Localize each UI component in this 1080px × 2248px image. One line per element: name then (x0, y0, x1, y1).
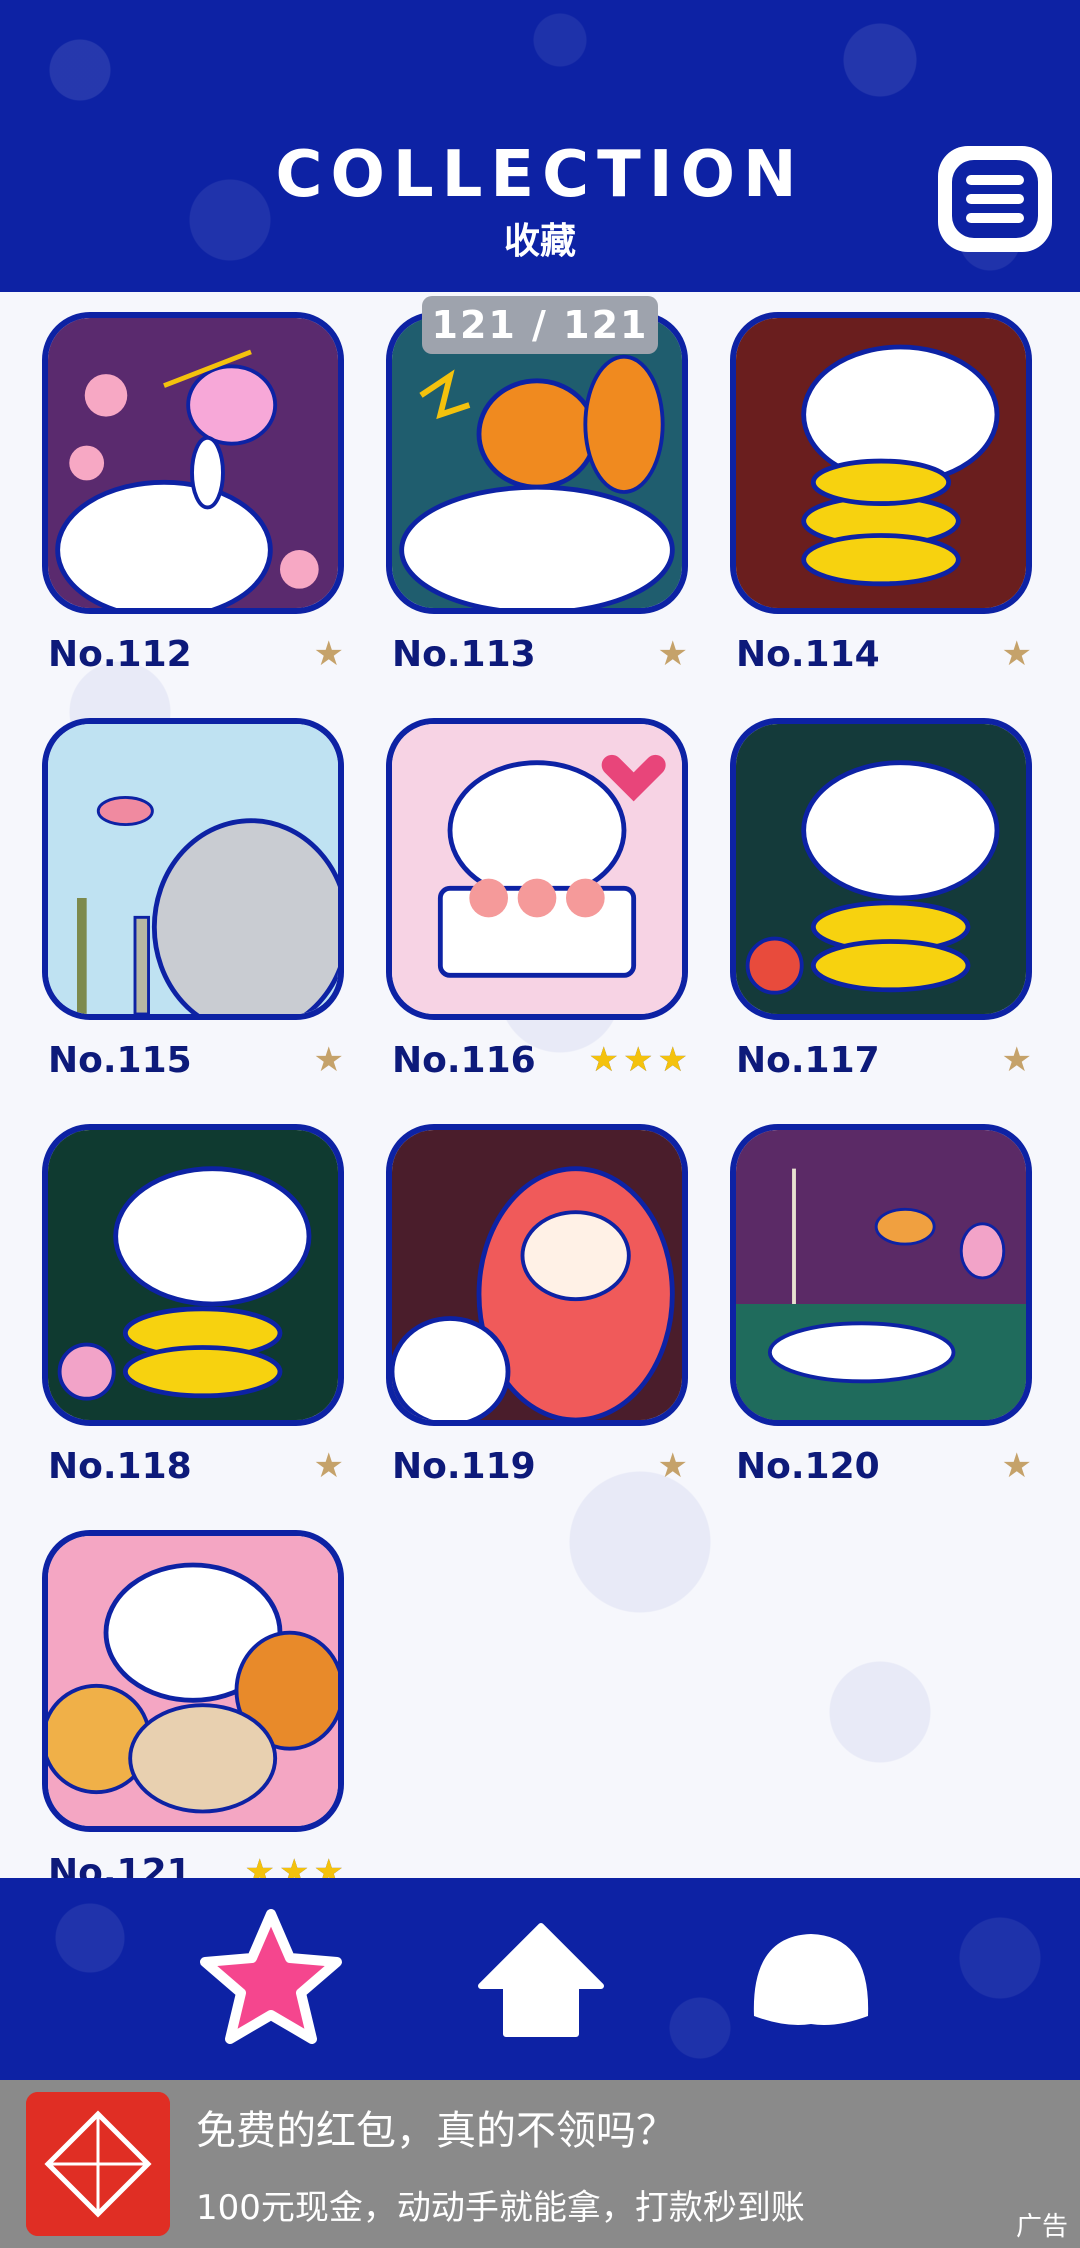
card-illustration (730, 1124, 1032, 1426)
card-illustration (42, 1124, 344, 1426)
card-rating: ★ (658, 1446, 688, 1486)
star-icon (200, 1909, 342, 2044)
collection-card-118[interactable]: No.118 ★ (42, 1124, 388, 1506)
collection-card-120[interactable]: No.120 ★ (730, 1124, 1076, 1506)
card-number: No.120 (736, 1446, 880, 1487)
card-number: No.112 (48, 634, 192, 675)
card-rating: ★ (1002, 1040, 1032, 1080)
card-illustration (386, 312, 688, 614)
collection-card-121[interactable]: No.121 ★ ★ ★ (42, 1530, 388, 1912)
card-rating: ★ (314, 1446, 344, 1486)
card-illustration (42, 312, 344, 614)
star-icon: ★ (1001, 1040, 1032, 1080)
ad-logo (26, 2092, 170, 2236)
home-icon (478, 1923, 604, 2037)
star-icon: ★ (313, 634, 344, 674)
card-number: No.113 (392, 634, 536, 675)
card-illustration (42, 1530, 344, 1832)
collection-counter: 121 / 121 (422, 296, 658, 354)
page-subtitle: 收藏 (503, 221, 576, 262)
card-rating: ★ (658, 634, 688, 674)
collection-card-113[interactable]: No.113 ★ (386, 312, 732, 694)
card-illustration (730, 312, 1032, 614)
star-icon: ★ (657, 1446, 688, 1486)
bottom-navigation (0, 1878, 1080, 2080)
card-number: No.119 (392, 1446, 536, 1487)
collection-card-114[interactable]: No.114 ★ (730, 312, 1076, 694)
star-icon: ★ (313, 1040, 344, 1080)
card-rating: ★ ★ ★ (589, 1040, 688, 1080)
home-nav-button[interactable] (466, 1906, 616, 2056)
card-number: No.118 (48, 1446, 192, 1487)
star-icon: ★ (588, 1040, 620, 1080)
star-icon: ★ (313, 1446, 344, 1486)
character-nav-button[interactable] (736, 1906, 886, 2056)
header-bar: COLLECTION 收藏 (0, 0, 1080, 292)
card-number: No.114 (736, 634, 880, 675)
menu-icon (952, 160, 1038, 238)
card-illustration (386, 1124, 688, 1426)
ad-description: 100元现金，动动手就能拿，打款秒到账 (196, 2188, 805, 2228)
card-rating: ★ (1002, 1446, 1032, 1486)
card-number: No.115 (48, 1040, 192, 1081)
card-number: No.116 (392, 1040, 536, 1081)
collection-card-119[interactable]: No.119 ★ (386, 1124, 732, 1506)
card-illustration (386, 718, 688, 1020)
ad-title: 免费的红包，真的不领吗？ (196, 2108, 676, 2154)
star-icon: ★ (623, 1040, 654, 1080)
collection-card-115[interactable]: No.115 ★ (42, 718, 388, 1100)
card-illustration (730, 718, 1032, 1020)
ad-banner[interactable]: 免费的红包，真的不领吗？ 100元现金，动动手就能拿，打款秒到账 广告 (0, 2080, 1080, 2248)
menu-button[interactable] (938, 146, 1052, 252)
card-rating: ★ (314, 634, 344, 674)
card-illustration (42, 718, 344, 1020)
dog-head-icon (753, 1934, 869, 2025)
star-icon: ★ (1001, 634, 1032, 674)
collection-card-116[interactable]: No.116 ★ ★ ★ (386, 718, 732, 1100)
card-number: No.117 (736, 1040, 880, 1081)
collection-card-112[interactable]: No.112 ★ (42, 312, 388, 694)
page-title: COLLECTION (275, 138, 805, 212)
collection-nav-button[interactable] (196, 1906, 346, 2056)
card-rating: ★ (1002, 634, 1032, 674)
star-icon: ★ (1001, 1446, 1032, 1486)
card-rating: ★ (314, 1040, 344, 1080)
star-icon: ★ (657, 634, 688, 674)
ad-tag: 广告 (1015, 2212, 1068, 2242)
star-icon: ★ (657, 1040, 688, 1080)
collection-card-117[interactable]: No.117 ★ (730, 718, 1076, 1100)
